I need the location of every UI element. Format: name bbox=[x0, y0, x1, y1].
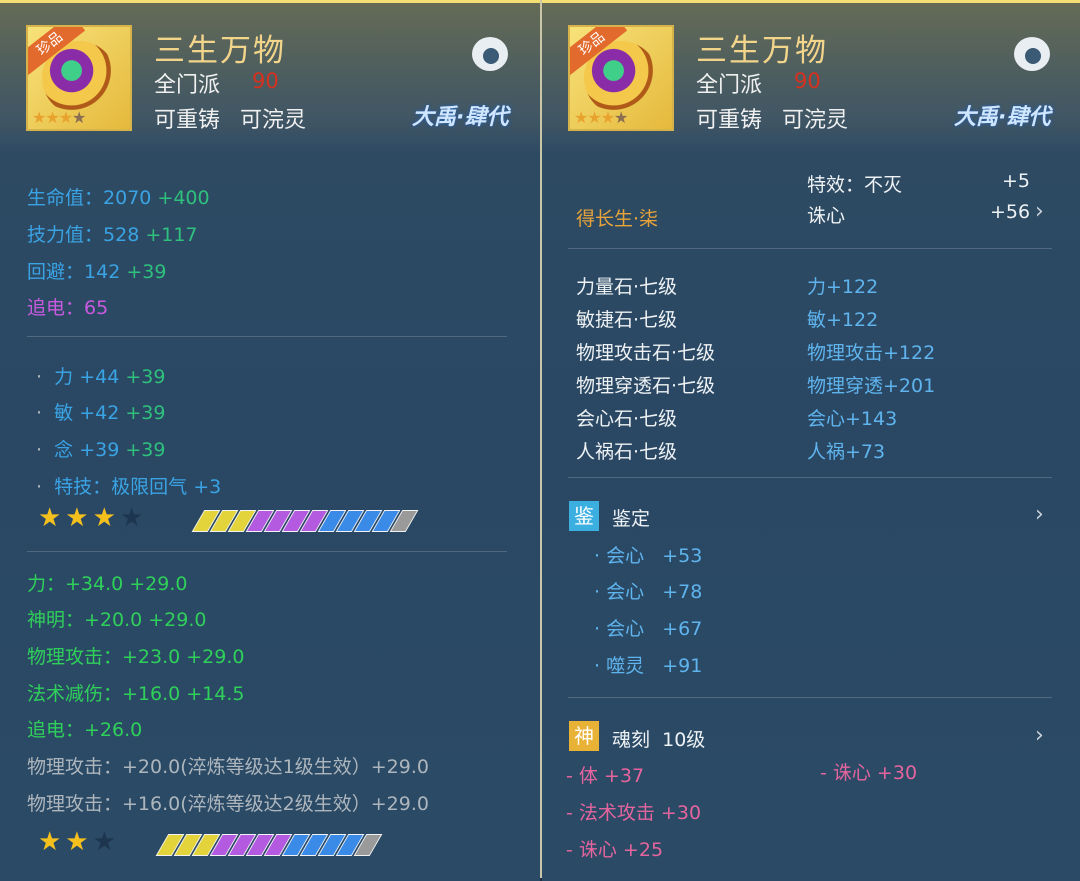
stone-name: 人祸石·七级 bbox=[576, 441, 678, 463]
refine-row: 物理攻击：+23.0 +29.0 bbox=[27, 646, 245, 668]
attr-row: · 念 +39 +39 bbox=[36, 439, 166, 461]
refine-row: 追电：+26.0 bbox=[27, 719, 143, 741]
soul-title: 魂刻 10级 bbox=[612, 729, 706, 751]
item-tags: 可重铸 可浣灵 bbox=[696, 102, 868, 134]
refine-row: 神明：+20.0 +29.0 bbox=[27, 609, 207, 631]
item-compare-screen: 珍品 ★★★★ 三生万物 全门派 90 可重铸 可浣灵 大禹·肆代 生命值：207… bbox=[0, 0, 1080, 881]
soul-row: - 法术攻击 +30 bbox=[566, 802, 702, 824]
eye-icon[interactable] bbox=[1014, 37, 1050, 71]
appraise-row: · 噬灵 +91 bbox=[594, 655, 703, 677]
appraise-row: · 会心 +53 bbox=[594, 545, 703, 567]
stone-name: 物理穿透石·七级 bbox=[576, 375, 716, 397]
tag-soul-wash: 可浣灵 bbox=[782, 108, 849, 133]
stone-bonus: 物理穿透+201 bbox=[807, 375, 936, 397]
appraise-row: · 会心 +67 bbox=[594, 618, 703, 640]
eye-icon[interactable] bbox=[472, 37, 508, 71]
appraise-title: 鉴定 bbox=[612, 508, 651, 530]
left-item-panel: 珍品 ★★★★ 三生万物 全门派 90 可重铸 可浣灵 大禹·肆代 生命值：207… bbox=[0, 0, 540, 881]
stone-bonus: 物理攻击+122 bbox=[807, 342, 936, 364]
refine-row: 法术减伤：+16.0 +14.5 bbox=[27, 683, 245, 705]
refine-row: 力：+34.0 +29.0 bbox=[27, 573, 188, 595]
item-icon[interactable]: 珍品 ★★★★ bbox=[26, 25, 132, 131]
effect-label: 诛心 bbox=[807, 205, 846, 227]
appraise-row: · 会心 +78 bbox=[594, 581, 703, 603]
stone-name: 力量石·七级 bbox=[576, 276, 678, 298]
soul-row: - 体 +37 bbox=[566, 765, 645, 787]
item-sect: 全门派 bbox=[696, 73, 763, 98]
refine-row-locked: 物理攻击：+16.0(淬炼等级达2级生效）+29.0 bbox=[27, 793, 429, 815]
soul-icon: 神 bbox=[569, 721, 599, 751]
gem-slots-2 bbox=[155, 834, 383, 856]
item-name: 三生万物 bbox=[154, 33, 286, 69]
gem-slots-1 bbox=[191, 510, 419, 532]
divider bbox=[27, 336, 507, 337]
item-icon[interactable]: 珍品 ★★★★ bbox=[568, 25, 674, 131]
item-level: 90 bbox=[794, 69, 821, 93]
attr-row: · 力 +44 +39 bbox=[36, 366, 166, 388]
stone-bonus: 力+122 bbox=[807, 276, 879, 298]
stat-mp: 技力值：528 +117 bbox=[27, 224, 198, 246]
tag-soul-wash: 可浣灵 bbox=[240, 108, 307, 133]
stone-name: 敏捷石·七级 bbox=[576, 309, 678, 331]
stone-bonus: 会心+143 bbox=[807, 408, 898, 430]
star-rating-2: ★★★ bbox=[38, 827, 120, 857]
divider bbox=[568, 477, 1052, 478]
attr-row-skill: · 特技：极限回气 +3 bbox=[36, 476, 222, 498]
brand-logo: 大禹·肆代 bbox=[412, 105, 509, 130]
effect-value: +5 bbox=[1002, 170, 1031, 192]
item-sect: 全门派 bbox=[154, 73, 221, 98]
effect-value: +56 bbox=[990, 201, 1031, 223]
soul-row: - 诛心 +25 bbox=[566, 839, 664, 861]
stone-bonus: 人祸+73 bbox=[807, 441, 886, 463]
divider bbox=[568, 248, 1052, 249]
stat-dodge: 回避：142 +39 bbox=[27, 261, 167, 283]
chevron-right-icon[interactable]: › bbox=[1035, 723, 1044, 748]
stat-hp: 生命值：2070 +400 bbox=[27, 187, 210, 209]
tag-recast: 可重铸 bbox=[696, 108, 763, 133]
item-tags: 可重铸 可浣灵 bbox=[154, 102, 326, 134]
chevron-right-icon[interactable]: › bbox=[1035, 502, 1044, 527]
refine-row-locked: 物理攻击：+20.0(淬炼等级达1级生效）+29.0 bbox=[27, 756, 429, 778]
item-star-rating: ★★★★ bbox=[574, 108, 628, 127]
soul-row: - 诛心 +30 bbox=[820, 762, 918, 784]
divider bbox=[568, 697, 1052, 698]
effect-label: 特效：不灭 bbox=[807, 174, 903, 196]
star-rating-1: ★★★★ bbox=[38, 503, 148, 533]
stone-bonus: 敏+122 bbox=[807, 309, 879, 331]
attr-row: · 敏 +42 +39 bbox=[36, 402, 166, 424]
item-star-rating: ★★★★ bbox=[32, 108, 86, 127]
stone-name: 会心石·七级 bbox=[576, 408, 678, 430]
right-item-panel: 珍品 ★★★★ 三生万物 全门派 90 可重铸 可浣灵 大禹·肆代 特效：不灭 +… bbox=[542, 0, 1080, 881]
appraise-icon: 鉴 bbox=[569, 501, 599, 531]
item-name: 三生万物 bbox=[696, 33, 828, 69]
divider bbox=[27, 551, 507, 552]
chevron-right-icon[interactable]: › bbox=[1035, 199, 1044, 224]
stone-name: 物理攻击石·七级 bbox=[576, 342, 716, 364]
stat-chase: 追电：65 bbox=[27, 297, 109, 319]
tag-recast: 可重铸 bbox=[154, 108, 221, 133]
effect-name: 得长生·柒 bbox=[576, 208, 659, 230]
item-level: 90 bbox=[252, 69, 279, 93]
brand-logo: 大禹·肆代 bbox=[954, 105, 1051, 130]
